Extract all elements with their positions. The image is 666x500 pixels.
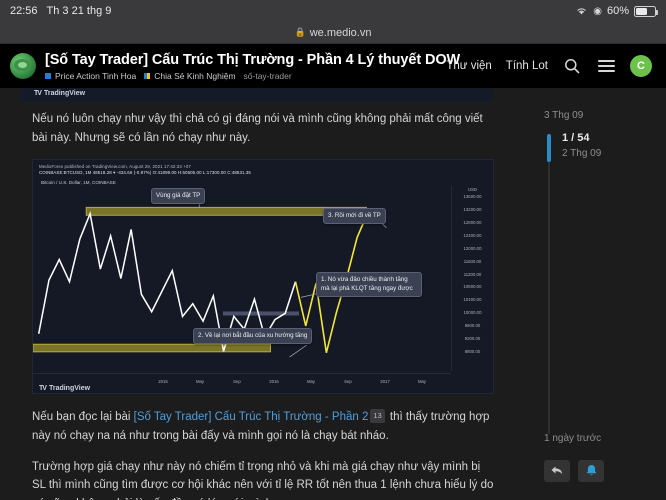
zone-resistance-rect (223, 311, 299, 316)
paragraph-2-pre: Nếu bạn đọc lại bài (32, 411, 134, 424)
timeline-scrubber-thumb[interactable] (547, 134, 551, 162)
status-time: 22:56 (10, 5, 38, 17)
y-tick: 9200.00 (464, 336, 481, 342)
chart-y-axis: USD 13600.00 13200.00 12800.00 12400.00 … (451, 186, 493, 372)
y-tick: 10800.00 (463, 284, 482, 290)
tag-label: số-tay-trader (243, 70, 292, 81)
tradingview-label: TradingView (48, 385, 91, 393)
x-tick: Sep (233, 379, 241, 385)
reply-arrow-icon[interactable] (544, 460, 570, 482)
callout-leader-2 (289, 345, 307, 358)
y-tick: 12800.00 (463, 220, 482, 226)
site-header: [Số Tay Trader] Cấu Trúc Thị Trường - Ph… (0, 44, 666, 88)
page-body: TV TradingView Nếu nó luôn chạy như vậy … (0, 88, 666, 500)
post-actions (544, 460, 604, 482)
x-tick: May (306, 379, 316, 385)
x-tick: May (417, 379, 427, 385)
location-icon: ◉ (593, 5, 602, 17)
y-axis-label: USD (467, 187, 478, 193)
tradingview-logo-icon: TV (34, 90, 42, 97)
paragraph-3: Trường hợp giá chạy như này nó chiếm tỉ … (32, 460, 494, 500)
nav-item-tinh-lot[interactable]: Tính Lot (506, 60, 548, 72)
browser-url-bar[interactable]: 🔒 we.medio.vn (0, 22, 666, 44)
x-tick: 2016 (269, 379, 279, 385)
avatar[interactable]: C (630, 55, 652, 77)
y-tick: 11200.00 (463, 271, 482, 277)
tag-row: Price Action Tinh Hoa Chia Sẻ Kinh Nghiệ… (45, 71, 437, 81)
inline-link-phan-2[interactable]: [Số Tay Trader] Cấu Trúc Thị Trường - Ph… (134, 411, 369, 423)
timeline-date-top: 3 Thg 09 (544, 110, 584, 121)
chart-x-axis: 2015 May Sep 2016 May Sep 2017 May (33, 373, 451, 385)
chart-publisher-line: MedioForex published on TradingView.com,… (39, 164, 191, 170)
search-icon[interactable] (562, 56, 582, 76)
status-left: 22:56 Th 3 21 thg 9 (10, 5, 111, 17)
lock-icon: 🔒 (294, 27, 306, 37)
tag-color-dot-icon (45, 72, 51, 79)
y-tick: 13200.00 (463, 207, 482, 213)
zone-support-rect (33, 343, 271, 353)
x-tick: 2017 (380, 379, 390, 385)
annotation-1: 1. Nó vừa đảo chiều thành tăng mà lại ph… (316, 272, 422, 298)
tag-price-action[interactable]: Price Action Tinh Hoa (45, 71, 136, 81)
y-tick: 12400.00 (463, 232, 482, 238)
y-tick: 10400.00 (463, 297, 482, 303)
nav-item-thu-vien[interactable]: Thư viện (446, 60, 491, 72)
tag-color-dot-icon (144, 72, 151, 79)
site-logo-turtle-icon[interactable] (10, 53, 36, 79)
post-timeline-sidebar: 3 Thg 09 1 / 54 2 Thg 09 1 ngày trước (530, 88, 666, 500)
tag-label: Price Action Tinh Hoa (55, 70, 137, 81)
page-title: [Số Tay Trader] Cấu Trúc Thị Trường - Ph… (45, 51, 461, 68)
status-right: ◉ 60% (575, 5, 658, 17)
tradingview-badge-bottom: TV TradingView (39, 385, 90, 392)
tag-so-tay-trader[interactable]: số-tay-trader (244, 71, 292, 81)
battery-percent: 60% (606, 5, 629, 17)
y-tick: 11600.00 (463, 258, 482, 264)
chart-symbol-title: Bitcoin / U.S. Dollar, 1M, COINBASE (41, 180, 116, 186)
post-title-block: [Số Tay Trader] Cấu Trúc Thị Trường - Ph… (45, 51, 461, 81)
tradingview-logo-icon: TV (39, 385, 47, 393)
hamburger-menu-icon[interactable] (596, 56, 616, 76)
tag-chia-se[interactable]: Chia Sẻ Kinh Nghiệm (144, 70, 236, 81)
status-date: Th 3 21 thg 9 (46, 5, 112, 17)
paragraph-2: Nếu bạn đọc lại bài [Số Tay Trader] Cấu … (0, 394, 530, 445)
x-tick: 2015 (158, 379, 168, 385)
y-tick: 12000.00 (463, 245, 482, 251)
timeline-track[interactable] (548, 134, 550, 434)
post-counter: 1 / 54 (562, 132, 590, 144)
y-tick: 10000.00 (463, 310, 482, 316)
timeline-date-current: 2 Thg 09 (562, 148, 602, 159)
battery-icon (634, 5, 658, 17)
previous-chart-strip: TV TradingView (20, 88, 493, 102)
tradingview-badge-top: TV TradingView (20, 88, 493, 97)
chart-header: MedioForex published on TradingView.com,… (33, 160, 493, 185)
header-nav: Thư viện Tính Lot C (446, 55, 652, 77)
y-tick: 13600.00 (463, 194, 482, 200)
x-tick: Sep (344, 379, 352, 385)
x-tick: May (195, 379, 205, 385)
annotation-3: 3. Rồi mới đi về TP (323, 208, 386, 225)
bell-icon[interactable] (578, 460, 604, 482)
timeline-inner: 3 Thg 09 1 / 54 2 Thg 09 1 ngày trước (530, 88, 666, 500)
wifi-icon (575, 6, 588, 16)
relative-time: 1 ngày trước (544, 433, 602, 444)
y-tick: 9600.00 (464, 323, 481, 329)
y-tick: 8800.00 (464, 348, 481, 354)
chart-quote-line: COINBASE:BTCUSD, 1M 48518.28 ▾ -434.66 (… (39, 170, 251, 176)
tradingview-chart[interactable]: MedioForex published on TradingView.com,… (32, 159, 494, 395)
annotation-2: 2. Về lại nơi bắt đầu của xu hướng tăng (193, 328, 313, 345)
ios-status-bar: 22:56 Th 3 21 thg 9 ◉ 60% (0, 0, 666, 22)
tag-label: Chia Sẻ Kinh Nghiệm (154, 70, 236, 81)
link-count-badge: 13 (370, 409, 385, 424)
url-text: we.medio.vn (309, 26, 372, 39)
tradingview-label: TradingView (43, 90, 86, 97)
annotation-tp-zone: Vùng giá đặt TP (151, 188, 206, 205)
article-content: TV TradingView Nếu nó luôn chạy như vậy … (0, 88, 530, 500)
